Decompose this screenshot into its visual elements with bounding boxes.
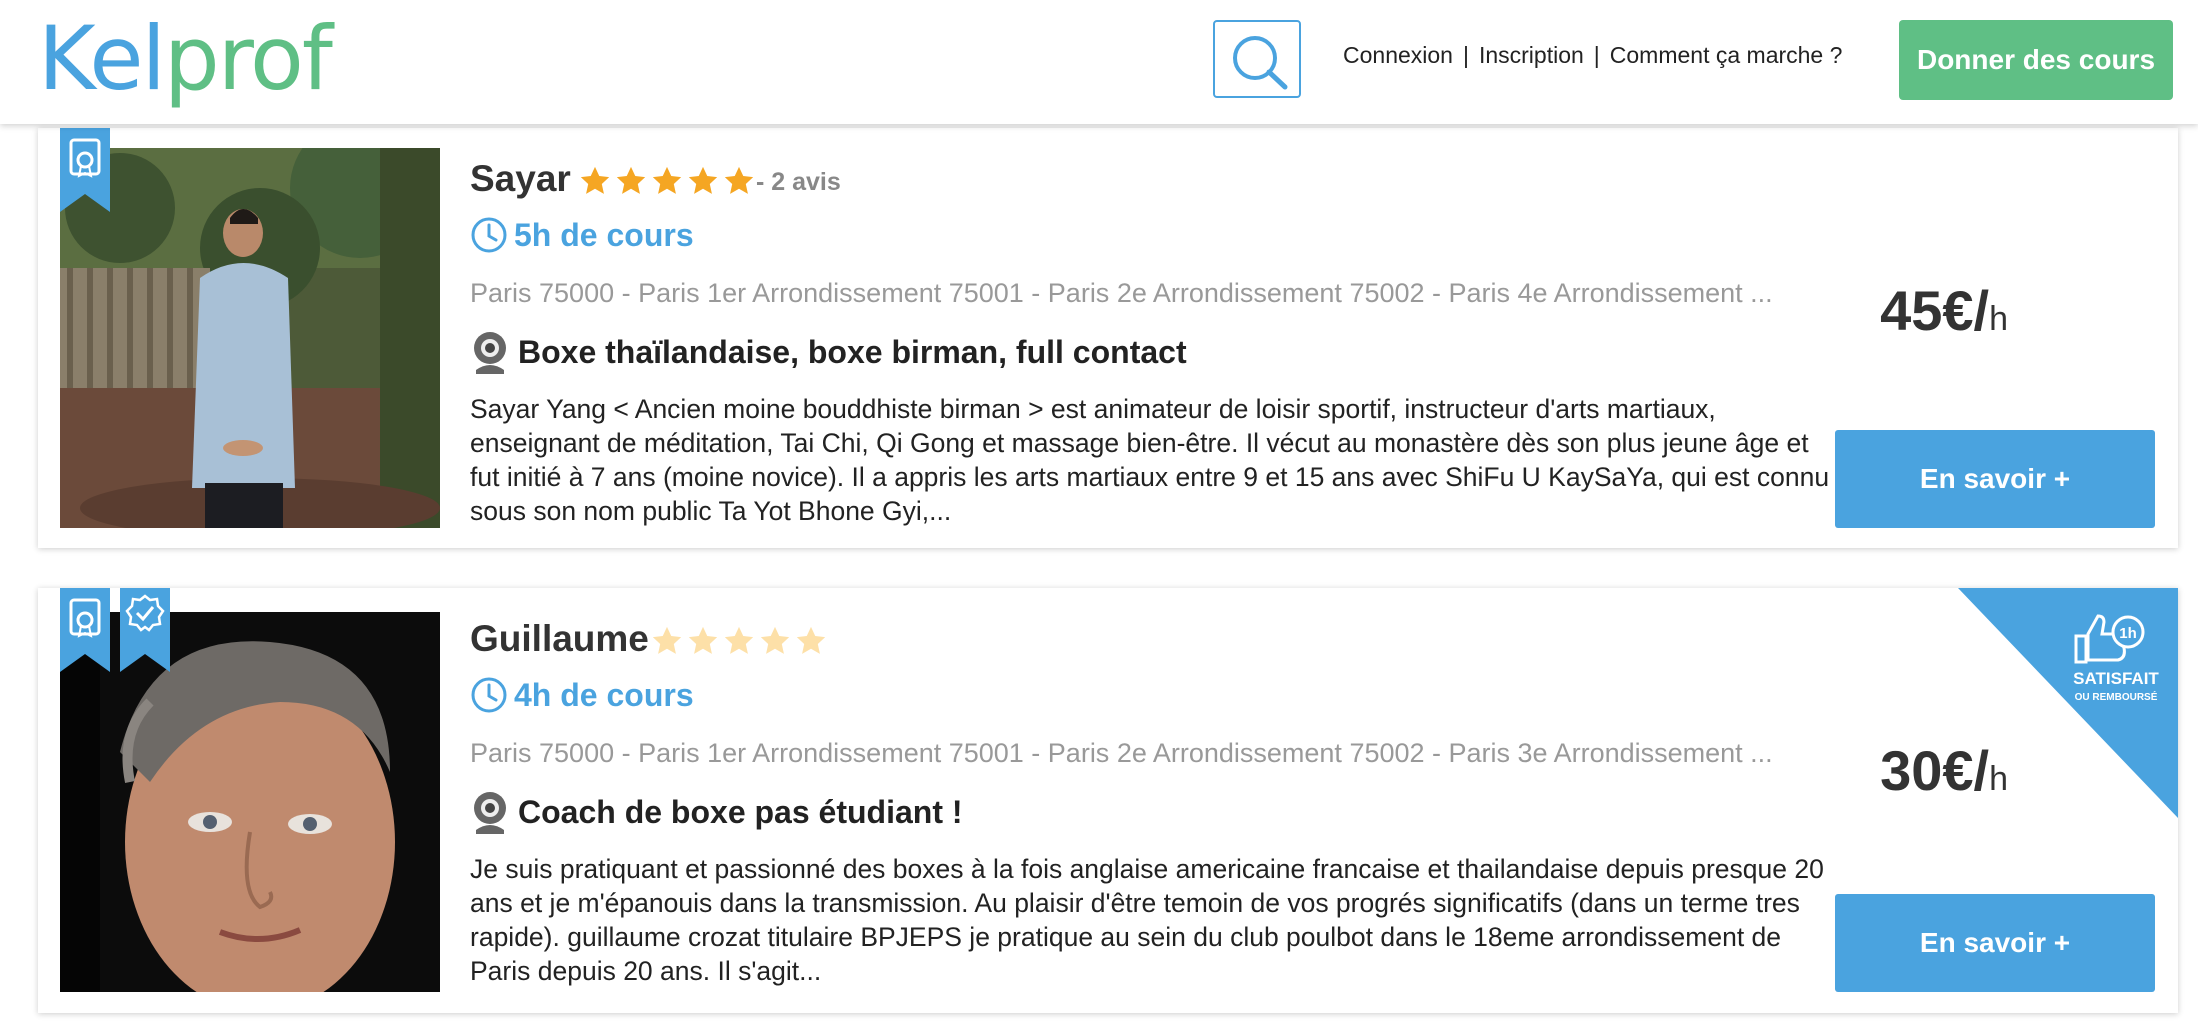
- review-count[interactable]: - 2 avis: [756, 168, 841, 197]
- site-header: Kelprof Connexion | Inscription | Comment ça…: [0, 0, 2198, 124]
- star-icon: [724, 166, 754, 194]
- star-icon: [580, 166, 610, 194]
- badge-line2: OU REMBOURSÉ: [2075, 690, 2158, 703]
- teacher-photo[interactable]: [60, 148, 440, 528]
- lesson-title-text[interactable]: Boxe thaïlandaise, boxe birman, full con…: [518, 334, 1187, 371]
- give-lessons-button[interactable]: Donner des cours: [1899, 20, 2173, 100]
- lesson-hours-text: 4h de cours: [514, 676, 694, 713]
- nav-separator: |: [1462, 42, 1469, 68]
- star-icon: [688, 626, 718, 654]
- clock-icon: [471, 677, 507, 713]
- how-it-works-link[interactable]: Comment ça marche ?: [1610, 42, 1843, 68]
- lesson-hours-text: 5h de cours: [514, 216, 694, 253]
- satisfaction-guarantee-badge: 1h SATISFAIT OU REMBOURSÉ: [1958, 588, 2178, 818]
- rating-stars: [650, 624, 828, 658]
- teacher-name[interactable]: Sayar: [470, 158, 571, 200]
- certificate-icon: [60, 588, 110, 672]
- teacher-name[interactable]: Guillaume: [470, 618, 649, 660]
- login-link[interactable]: Connexion: [1343, 42, 1453, 68]
- star-icon: [688, 166, 718, 194]
- search-button[interactable]: [1213, 20, 1301, 98]
- learn-more-button[interactable]: En savoir +: [1835, 430, 2155, 528]
- certificate-icon: [60, 128, 110, 212]
- webcam-icon: [474, 332, 506, 374]
- learn-more-button[interactable]: En savoir +: [1835, 894, 2155, 992]
- star-icon: [616, 166, 646, 194]
- kelprof-logo[interactable]: Kelprof: [38, 4, 333, 114]
- badge-hours: 1h: [2119, 625, 2137, 642]
- nav-separator: |: [1593, 42, 1600, 68]
- price-unit: h: [1989, 300, 2008, 338]
- star-icon: [760, 626, 790, 654]
- teacher-description: Sayar Yang < Ancien moine bouddhiste bir…: [470, 394, 1830, 526]
- top-nav: Connexion | Inscription | Comment ça marche …: [1343, 42, 1842, 69]
- star-icon: [652, 166, 682, 194]
- teacher-card: Guillaume 4h de cours Paris 75000 - Pari…: [38, 588, 2178, 1013]
- lesson-title: Coach de boxe pas étudiant !: [470, 790, 963, 834]
- lesson-hours: 5h de cours: [470, 216, 694, 254]
- clock-icon: [471, 217, 507, 253]
- lesson-hours: 4h de cours: [470, 676, 694, 714]
- teacher-locations: Paris 75000 - Paris 1er Arrondissement 7…: [470, 278, 1773, 308]
- rating-stars: [578, 164, 756, 198]
- teacher-photo[interactable]: [60, 612, 440, 992]
- teacher-locations: Paris 75000 - Paris 1er Arrondissement 7…: [470, 738, 1773, 768]
- search-icon: [1233, 36, 1288, 90]
- star-icon: [796, 626, 826, 654]
- teacher-card: Sayar - 2 avis 5h de cours Paris 75000 -…: [38, 128, 2178, 548]
- teacher-description: Je suis pratiquant et passionné des boxe…: [470, 854, 1824, 986]
- star-icon: [652, 626, 682, 654]
- star-icon: [724, 626, 754, 654]
- lesson-title-text[interactable]: Coach de boxe pas étudiant !: [518, 794, 963, 831]
- badge-line1: SATISFAIT: [2073, 669, 2159, 688]
- lesson-title: Boxe thaïlandaise, boxe birman, full con…: [470, 330, 1187, 374]
- price-amount: 45€/: [1880, 279, 1990, 342]
- hourly-price: 45€/h: [1880, 278, 2008, 343]
- verified-icon: [120, 588, 170, 672]
- webcam-icon: [474, 792, 506, 834]
- signup-link[interactable]: Inscription: [1479, 42, 1584, 68]
